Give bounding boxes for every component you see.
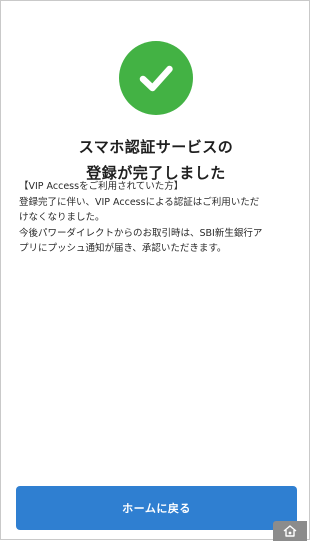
notice-line-2: けなくなりました。 (19, 212, 105, 223)
checkmark-circle-icon (119, 41, 193, 115)
home-mini-icon (273, 521, 307, 541)
notice-line-3: 今後パワーダイレクトからのお取引時は、SBI新生銀行ア (19, 227, 263, 239)
notice-line-1: 登録完了に伴い、VIP Accessによる認証はご利用いただ (19, 196, 260, 208)
back-to-home-button[interactable]: ホームに戻る (16, 486, 297, 530)
title-line-1: スマホ認証サービスの (78, 138, 234, 156)
notice-line-4: プリにプッシュ通知が届き、承認いただきます。 (19, 243, 227, 254)
home-icon (283, 525, 297, 537)
screen-frame: スマホ認証サービスの 登録が完了しました 【VIP Accessをご利用されてい… (0, 0, 310, 541)
notice-text: 【VIP Accessをご利用されていた方】 登録完了に伴い、VIP Acces… (19, 179, 299, 257)
notice-heading: 【VIP Accessをご利用されていた方】 (19, 181, 184, 192)
checkmark-icon (139, 65, 173, 92)
